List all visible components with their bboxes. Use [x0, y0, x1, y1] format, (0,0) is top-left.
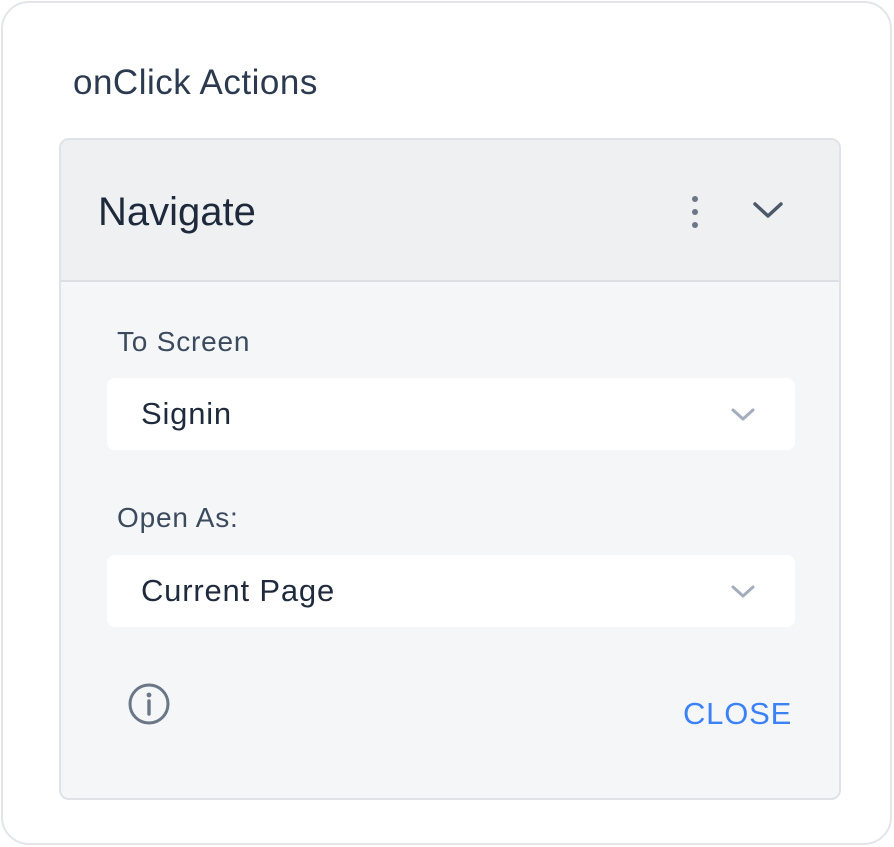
onclick-actions-panel: onClick Actions Navigate To Screen Signi…	[1, 1, 892, 845]
to-screen-value: Signin	[141, 396, 232, 431]
chevron-down-icon[interactable]	[749, 195, 787, 225]
chevron-down-icon	[729, 404, 757, 426]
open-as-label: Open As:	[117, 502, 239, 533]
info-circle-icon[interactable]	[127, 682, 171, 726]
open-as-value: Current Page	[141, 573, 335, 608]
action-title: Navigate	[98, 190, 256, 234]
action-card-header[interactable]: Navigate	[61, 140, 839, 282]
to-screen-select[interactable]: Signin	[107, 378, 795, 450]
kebab-menu-icon[interactable]	[683, 192, 707, 232]
panel-title: onClick Actions	[73, 63, 318, 102]
to-screen-label: To Screen	[117, 326, 251, 357]
close-button[interactable]: CLOSE	[683, 696, 792, 732]
chevron-down-icon	[729, 581, 757, 603]
navigate-action-card: Navigate To Screen Signin Open As: Curre…	[59, 138, 841, 800]
open-as-select[interactable]: Current Page	[107, 555, 795, 627]
